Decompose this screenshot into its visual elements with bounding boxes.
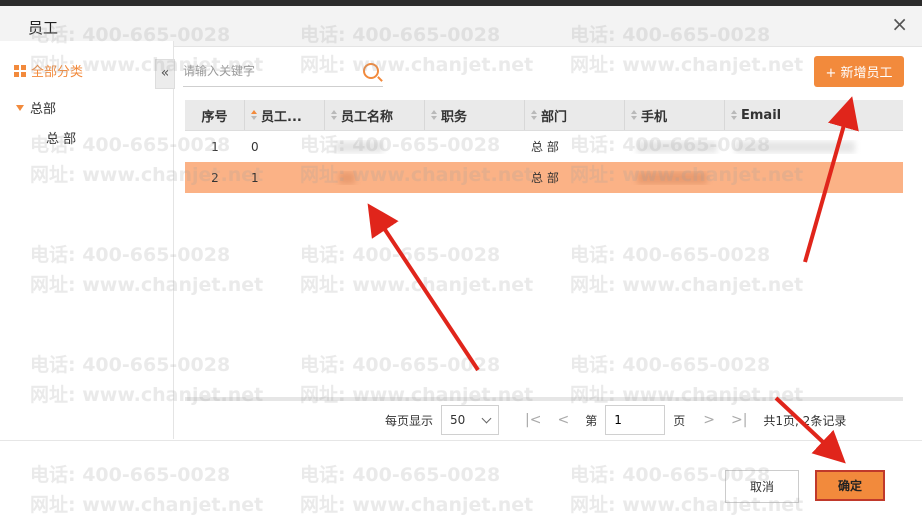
redacted-name — [339, 172, 355, 184]
category-sidebar: 全部分类 « 总部 总 部 — [0, 41, 175, 439]
last-page-icon[interactable]: >| — [731, 412, 747, 428]
add-employee-button[interactable]: + 新增员工 — [814, 56, 904, 87]
table-header: 序号 员工... 员工名称 职务 部门 手机 Email — [185, 100, 903, 131]
per-page-select[interactable]: 50 — [441, 405, 500, 435]
column-header-title[interactable]: 职务 — [425, 100, 525, 130]
column-header-phone[interactable]: 手机 — [625, 100, 725, 130]
grid-icon — [14, 64, 26, 77]
sort-icon[interactable] — [731, 110, 737, 120]
sort-icon[interactable] — [331, 110, 337, 120]
next-page-icon[interactable]: > — [703, 412, 715, 428]
page-suffix: 页 — [673, 413, 686, 428]
all-categories[interactable]: 全部分类 — [14, 61, 83, 80]
column-header-email[interactable]: Email — [725, 100, 903, 130]
sort-icon[interactable] — [431, 110, 437, 120]
cell-department: 总 部 — [531, 171, 559, 185]
column-label: Email — [741, 107, 782, 123]
search-box — [183, 58, 383, 87]
search-icon[interactable] — [363, 63, 379, 79]
redacted-email — [735, 141, 855, 153]
cell-name — [325, 140, 425, 154]
redacted-phone — [637, 172, 707, 184]
column-header-index[interactable]: 序号 — [185, 100, 245, 130]
cell-phone — [625, 171, 725, 185]
sort-icon[interactable] — [531, 110, 537, 120]
cancel-button[interactable]: 取消 — [725, 470, 799, 503]
footer-divider — [0, 440, 922, 441]
caret-down-icon[interactable] — [16, 104, 24, 111]
column-label: 部门 — [541, 109, 568, 125]
per-page-value: 50 — [450, 413, 466, 427]
tree-node-label: 总部 — [30, 102, 57, 117]
column-label: 手机 — [641, 109, 668, 125]
prev-page-icon[interactable]: < — [557, 412, 569, 428]
cell-index: 1 — [211, 139, 219, 154]
sort-icon[interactable] — [631, 110, 637, 120]
page-summary: 共1页, 2条记录 — [763, 413, 847, 428]
sort-icon[interactable] — [251, 110, 257, 120]
column-label: 职务 — [441, 109, 468, 125]
column-label: 员工名称 — [341, 109, 394, 125]
cell-code: 0 — [251, 139, 259, 154]
ok-button[interactable]: 确定 — [815, 470, 885, 501]
column-header-department[interactable]: 部门 — [525, 100, 625, 130]
search-input[interactable] — [183, 58, 353, 84]
column-label: 员工... — [261, 109, 302, 125]
column-label: 序号 — [201, 109, 228, 125]
per-page-label: 每页显示 — [385, 413, 434, 428]
all-categories-label: 全部分类 — [31, 65, 84, 80]
table-row[interactable]: 1 0 总 部 — [185, 131, 903, 162]
pagination: 每页显示 50 |< < 第 页 > >| 共1页, 2条记录 — [385, 404, 846, 436]
cell-email — [725, 140, 903, 154]
horizontal-scrollbar[interactable] — [185, 397, 903, 401]
cell-index: 2 — [211, 170, 219, 185]
dialog-title: 员工 — [28, 19, 59, 37]
redacted-name — [335, 141, 383, 153]
cell-name — [325, 171, 425, 185]
redacted-phone — [637, 141, 717, 153]
page-prefix: 第 — [585, 413, 598, 428]
tree-node-headquarters[interactable]: 总部 — [16, 98, 56, 117]
employee-table: 序号 员工... 员工名称 职务 部门 手机 Email 1 0 总 部 2 1… — [185, 100, 903, 193]
cell-code: 1 — [251, 170, 259, 185]
cell-phone — [625, 140, 725, 154]
collapse-sidebar-button[interactable]: « — [155, 59, 175, 89]
page-number-input[interactable] — [605, 405, 666, 435]
tree-child-headquarters[interactable]: 总 部 — [46, 128, 76, 147]
table-row[interactable]: 2 1 总 部 — [185, 162, 903, 193]
chevron-down-icon — [481, 413, 492, 423]
cell-department: 总 部 — [531, 140, 559, 154]
first-page-icon[interactable]: |< — [525, 412, 541, 428]
column-header-name[interactable]: 员工名称 — [325, 100, 425, 130]
column-header-code[interactable]: 员工... — [245, 100, 325, 130]
close-icon[interactable]: × — [891, 14, 908, 34]
